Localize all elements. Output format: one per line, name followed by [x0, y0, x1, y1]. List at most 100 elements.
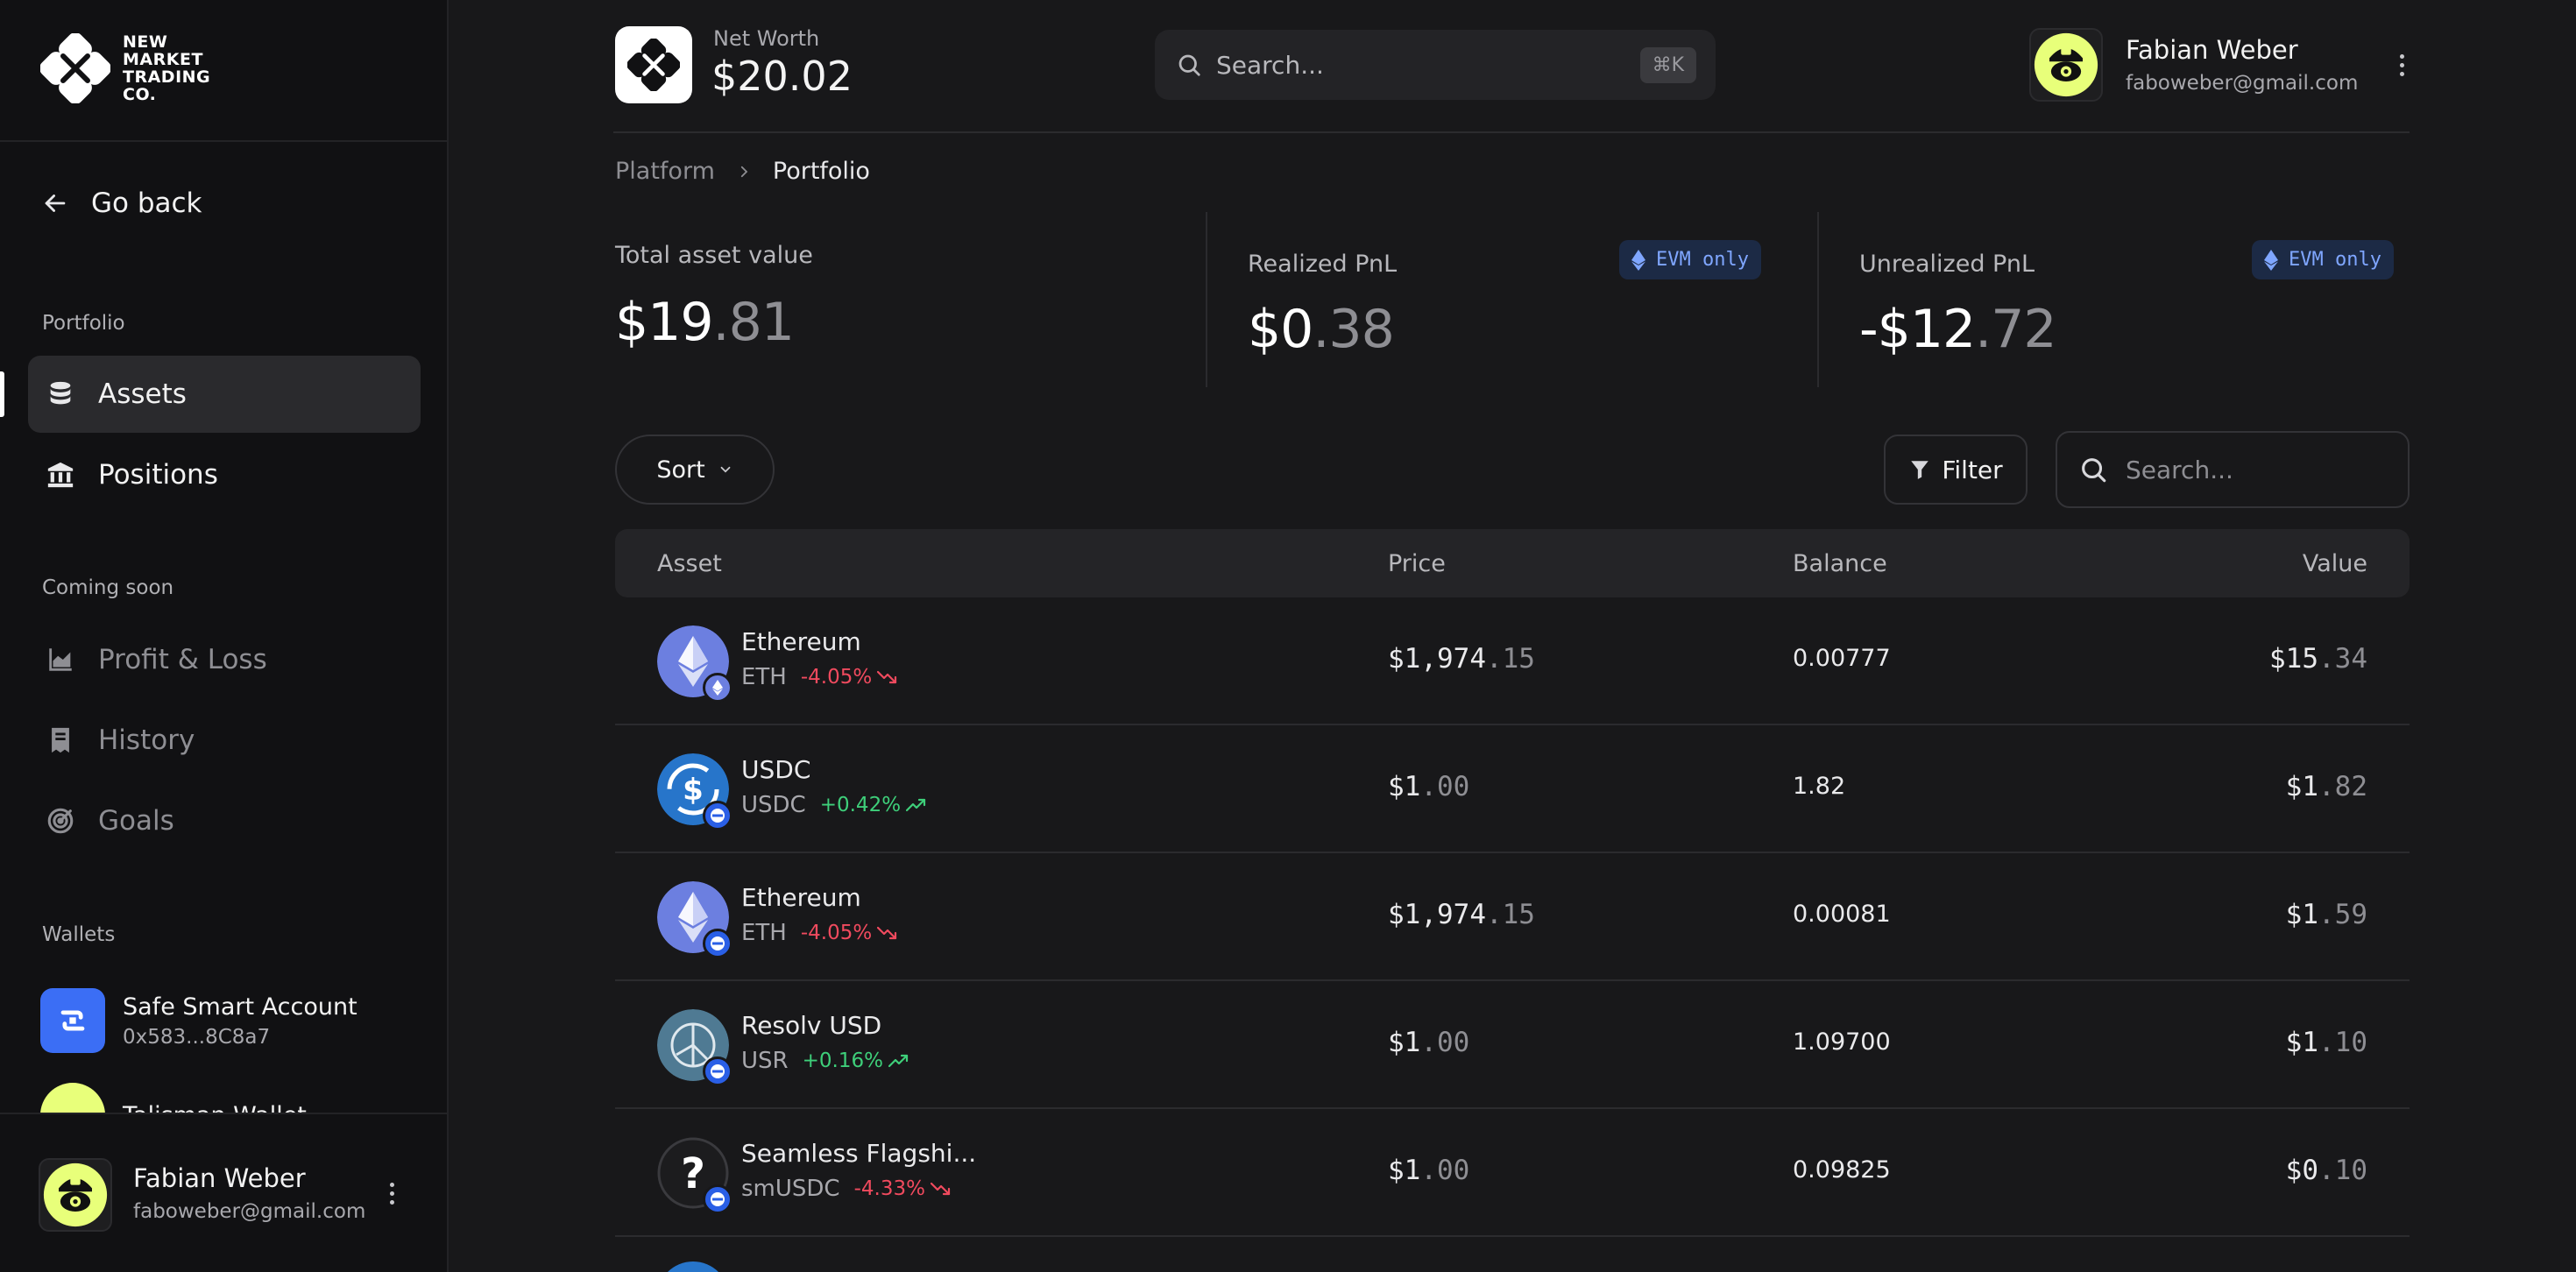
filter-icon [1911, 461, 1929, 479]
top-header: Net Worth $20.02 Search... ⌘K Fabian Web… [613, 0, 2410, 133]
database-icon [44, 378, 77, 411]
base-chain-badge-icon [703, 929, 732, 958]
asset-price: $1,974.15 [1388, 643, 1535, 675]
asset-subline: USDC +0.42% [741, 792, 927, 818]
breadcrumb-portfolio: Portfolio [772, 158, 870, 185]
sidebar-item-goals[interactable]: Goals [28, 782, 421, 859]
table-row[interactable]: Resolv USD USR +0.16% $1.00 1.09700 $1.1… [615, 981, 2410, 1109]
asset-name: Resolv USD [741, 1011, 882, 1040]
receipt-icon [44, 724, 77, 757]
brand-wordmark: NEW MARKET TRADING CO. [123, 32, 211, 104]
sidebar-item-label: Profit & Loss [98, 644, 267, 675]
sidebar-item-label: Positions [98, 459, 218, 491]
table-row[interactable]: $ USDC USDC +0.42% $1.00 1.82 $1.82 [615, 725, 2410, 853]
breadcrumb-platform[interactable]: Platform [615, 158, 715, 185]
asset-balance: 1.82 [1793, 773, 1846, 800]
asset-subline: USR +0.16% [741, 1048, 909, 1074]
asset-value: $1.10 [2285, 1027, 2367, 1058]
sidebar-divider [0, 140, 447, 142]
more-options-icon[interactable] [383, 1183, 400, 1205]
table-header: Asset Price Balance Value [615, 529, 2410, 597]
brand-mark-icon [40, 33, 110, 103]
brand-logo[interactable]: NEW MARKET TRADING CO. [40, 33, 210, 103]
footer-user-email: faboweber@gmail.com [133, 1200, 366, 1223]
asset-value: $15.34 [2269, 643, 2367, 675]
base-chain-badge-icon [703, 1056, 732, 1086]
stat-label: Total asset value [615, 242, 813, 269]
wallet-name: Safe Smart Account [123, 993, 357, 1021]
avatar [2029, 28, 2103, 102]
stat-unrealized-pnl: Unrealized PnL -$12.72 EVM only [1859, 210, 2410, 389]
asset-subline: smUSDC -4.33% [741, 1176, 952, 1202]
table-search-input[interactable]: Search... [2056, 431, 2410, 508]
asset-symbol: smUSDC [741, 1176, 840, 1202]
area-chart-icon [44, 643, 77, 676]
sidebar-item-label: History [98, 724, 195, 756]
sidebar-item-label: Goals [98, 805, 174, 837]
trend-down-icon [877, 670, 897, 684]
net-worth-label: Net Worth [713, 26, 820, 51]
section-label-wallets: Wallets [42, 923, 116, 946]
ethereum-icon [2264, 249, 2278, 271]
search-icon [1178, 54, 1200, 76]
sidebar-user-footer[interactable]: Fabian Weber faboweber@gmail.com [0, 1113, 447, 1272]
target-icon [44, 804, 77, 837]
column-header-price[interactable]: Price [1388, 550, 1446, 577]
asset-value: $1.59 [2285, 899, 2367, 930]
sidebar-item-positions[interactable]: Positions [28, 436, 421, 513]
price-change: +0.42% [820, 794, 927, 816]
arrow-left-icon [45, 194, 66, 212]
sidebar-item-profit-loss[interactable]: Profit & Loss [28, 621, 421, 698]
app-logo-icon[interactable] [615, 26, 692, 103]
go-back-label: Go back [91, 187, 202, 219]
avatar [39, 1158, 112, 1232]
chevron-down-icon [720, 466, 731, 473]
asset-name: Seamless Flagshi... [741, 1139, 977, 1168]
base-chain-badge-icon [703, 801, 732, 830]
sort-label: Sort [656, 456, 705, 484]
header-user-menu[interactable]: Fabian Weber faboweber@gmail.com [2029, 28, 2410, 102]
sort-button[interactable]: Sort [615, 435, 775, 505]
asset-name: USDC [741, 755, 811, 784]
sidebar-item-history[interactable]: History [28, 702, 421, 779]
column-header-value[interactable]: Value [2303, 550, 2367, 577]
go-back-button[interactable]: Go back [40, 187, 202, 219]
more-options-icon[interactable] [2393, 53, 2410, 76]
trend-up-icon [888, 1054, 909, 1068]
search-shortcut-badge: ⌘K [1639, 46, 1696, 83]
filter-label: Filter [1942, 455, 2003, 484]
stat-value: -$12.72 [1859, 299, 2057, 360]
asset-symbol: ETH [741, 920, 787, 946]
filter-button[interactable]: Filter [1884, 435, 2028, 505]
global-search-input[interactable]: Search... ⌘K [1155, 30, 1716, 100]
ethereum-icon [1631, 249, 1645, 271]
svg-text:?: ? [681, 1149, 705, 1198]
sidebar-item-assets[interactable]: Assets [28, 356, 421, 433]
trend-down-icon [930, 1182, 951, 1196]
section-label-coming-soon: Coming soon [42, 576, 174, 599]
active-indicator [0, 371, 4, 417]
column-header-asset[interactable]: Asset [657, 550, 722, 577]
asset-value: $1.82 [2285, 771, 2367, 802]
table-row[interactable]: ? Seamless Flagshi... smUSDC -4.33% $1.0… [615, 1109, 2410, 1237]
search-icon [2082, 458, 2106, 483]
wallet-item-safe[interactable]: Safe Smart Account 0x583...8C8a7 [40, 988, 357, 1053]
user-avatar-icon [2034, 32, 2098, 97]
asset-price: $1.00 [1388, 1155, 1470, 1186]
table-row[interactable]: Ethereum ETH -4.05% $1,974.15 0.00777 $1… [615, 597, 2410, 725]
svg-text:$: $ [683, 773, 704, 808]
asset-balance: 1.09700 [1793, 1028, 1891, 1056]
stat-value: $19.81 [615, 292, 795, 353]
sidebar-item-label: Assets [98, 378, 187, 410]
price-change: -4.33% [854, 1177, 952, 1200]
asset-value: $0.10 [2285, 1155, 2367, 1186]
asset-symbol: USR [741, 1048, 789, 1074]
price-change: -4.05% [801, 666, 898, 689]
column-header-balance[interactable]: Balance [1793, 550, 1887, 577]
asset-balance: 0.09825 [1793, 1156, 1891, 1184]
brand-mark-icon [627, 39, 680, 91]
asset-name: Ethereum [741, 883, 861, 912]
breadcrumb: Platform Portfolio [615, 158, 870, 185]
table-row[interactable]: Ethereum ETH -4.05% $1,974.15 0.00081 $1… [615, 853, 2410, 981]
asset-price: $1,974.15 [1388, 899, 1535, 930]
